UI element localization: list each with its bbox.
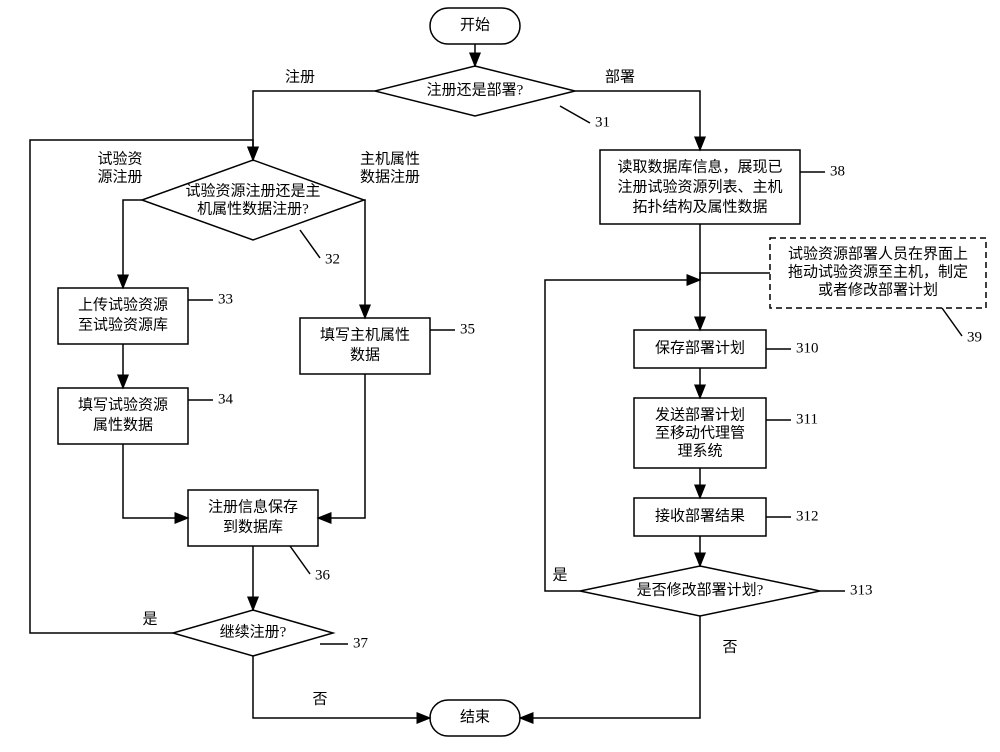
node-p35-id: 35 bbox=[460, 321, 475, 337]
node-p36-label-l2: 到数据库 bbox=[223, 518, 283, 535]
node-n39-id: 39 bbox=[967, 329, 982, 345]
node-p310-label: 保存部署计划 bbox=[655, 339, 745, 356]
edge-d32-p33-label-l1: 试验资 bbox=[97, 150, 142, 167]
node-d313-label: 是否修改部署计划? bbox=[637, 581, 764, 598]
node-p33 bbox=[58, 288, 188, 344]
node-p36-label-l1: 注册信息保存 bbox=[208, 498, 298, 515]
node-n39-label-l2: 拖动试验资源至主机，制定 bbox=[788, 263, 968, 280]
node-start-label: 开始 bbox=[460, 16, 490, 33]
node-d32-id: 32 bbox=[325, 251, 340, 267]
edge-d31-p38 bbox=[575, 91, 700, 150]
edge-d37-end bbox=[253, 656, 430, 718]
node-d32-label-l1: 试验资源注册还是主 bbox=[185, 182, 320, 199]
node-d32 bbox=[142, 160, 364, 240]
edge-p35-p36 bbox=[318, 374, 365, 518]
node-p35-label-l2: 数据 bbox=[350, 346, 380, 363]
node-p34-id: 34 bbox=[218, 391, 234, 407]
edge-d313-yes-label: 是 bbox=[552, 567, 567, 583]
node-p311-label-l2: 至移动代理管 bbox=[655, 424, 745, 441]
node-n39-label-l3: 或者修改部署计划 bbox=[818, 281, 938, 298]
edge-d32-p35-label-l1: 主机属性 bbox=[360, 150, 420, 167]
edge-d37-yes-label: 是 bbox=[142, 611, 157, 627]
node-p38-label-l2: 注册试验资源列表、主机 bbox=[617, 178, 782, 195]
node-p311-label-l1: 发送部署计划 bbox=[655, 406, 745, 423]
edge-d32-p33 bbox=[123, 200, 142, 288]
node-p36-id: 36 bbox=[315, 567, 331, 583]
edge-d313-end bbox=[520, 616, 700, 718]
node-p35 bbox=[300, 318, 430, 374]
node-n39-label-l1: 试验资源部署人员在界面上 bbox=[788, 245, 968, 262]
node-p311-id: 311 bbox=[796, 411, 818, 427]
edge-d31-d32 bbox=[253, 91, 375, 160]
node-p312-label: 接收部署结果 bbox=[655, 507, 745, 524]
node-p34-label-l1: 填写试验资源 bbox=[78, 396, 168, 413]
edge-d37-no-label: 否 bbox=[312, 691, 327, 707]
node-d32-label-l2: 机属性数据注册? bbox=[197, 200, 309, 217]
edge-p34-p36 bbox=[123, 444, 188, 518]
node-end-label: 结束 bbox=[460, 708, 490, 725]
node-p33-label-l2: 至试验资源库 bbox=[78, 316, 168, 333]
node-p35-label-l1: 填写主机属性 bbox=[320, 326, 410, 343]
node-d31-label: 注册还是部署? bbox=[427, 81, 524, 98]
node-d37-label: 继续注册? bbox=[220, 623, 287, 640]
edge-d32-p35 bbox=[364, 200, 365, 318]
node-p311-label-l3: 理系统 bbox=[677, 442, 722, 459]
flowchart-canvas: 开始 注册还是部署? 31 试验资源注册还是主 机属性数据注册? 32 上传试验… bbox=[0, 0, 1000, 752]
node-p38-label-l3: 拓扑结构及属性数据 bbox=[632, 198, 767, 215]
node-p38-id: 38 bbox=[830, 163, 845, 179]
node-p34-label-l2: 属性数据 bbox=[93, 416, 153, 433]
node-d37-id: 37 bbox=[353, 635, 369, 651]
node-p38-label-l1: 读取数据库信息，展现已 bbox=[617, 158, 782, 175]
node-p33-label-l1: 上传试验资源 bbox=[78, 296, 168, 313]
node-p34 bbox=[58, 388, 188, 444]
edge-d32-p35-label-l2: 数据注册 bbox=[360, 168, 420, 185]
node-p33-id: 33 bbox=[218, 291, 233, 307]
edge-d313-no-label: 否 bbox=[722, 639, 737, 655]
node-p310-id: 310 bbox=[796, 340, 819, 356]
edge-d31-d32-label: 注册 bbox=[285, 68, 315, 85]
node-d31-id: 31 bbox=[595, 114, 610, 130]
edge-d32-p33-label-l2: 源注册 bbox=[97, 168, 142, 185]
edge-d31-p38-label: 部署 bbox=[605, 68, 635, 85]
node-d313-id: 313 bbox=[850, 582, 873, 598]
node-p312-id: 312 bbox=[796, 508, 819, 524]
node-p36 bbox=[188, 490, 318, 546]
